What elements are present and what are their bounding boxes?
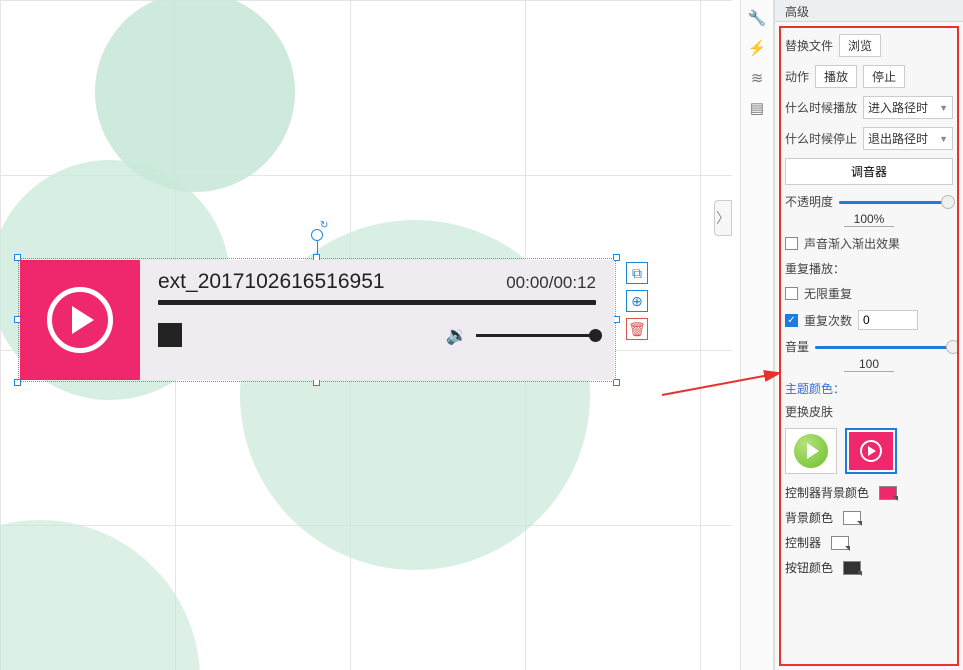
bg-color-label: 背景颜色 [785, 509, 833, 526]
properties-panel: 高级 替换文件 浏览 动作 播放 停止 什么时候播放 进入路径时▼ 什么时候停止 [774, 0, 963, 670]
audio-filename: ext_2017102616516951 [158, 270, 385, 294]
panel-collapse-toggle[interactable]: 〉 [714, 200, 732, 236]
tool-icon-strip: 🔧 ⚡ ≋ ▤ [740, 0, 774, 670]
audio-info-panel: ext_2017102616516951 00:00/00:12 🔉 [140, 260, 614, 380]
resize-handle-bl[interactable] [14, 379, 21, 386]
controller-bg-color-label: 控制器背景颜色 [785, 484, 869, 501]
panel-volume-slider[interactable] [815, 342, 953, 352]
rotate-connector [317, 241, 318, 254]
canvas[interactable]: ↻ ext_2017102616516951 00 [0, 0, 732, 670]
rotate-handle[interactable] [311, 229, 323, 241]
when-stop-select[interactable]: 退出路径时▼ [863, 127, 953, 150]
repeat-count-label: 重复次数 [804, 312, 852, 329]
play-circle-icon [47, 287, 113, 353]
fade-checkbox[interactable] [785, 237, 798, 250]
panel-title[interactable]: 高级 [775, 0, 963, 22]
opacity-slider[interactable] [839, 197, 953, 207]
browse-button[interactable]: 浏览 [839, 34, 881, 57]
bg-color-swatch[interactable] [843, 511, 861, 525]
button-color-label: 按钮颜色 [785, 559, 833, 576]
repeat-count-checkbox[interactable]: ✓ [785, 314, 798, 327]
skin-options [785, 428, 953, 474]
duplicate-button[interactable]: ⧉ [626, 262, 648, 284]
when-play-label: 什么时候播放 [785, 99, 857, 116]
when-stop-value: 退出路径时 [868, 130, 928, 147]
opacity-value: 100% [844, 212, 894, 227]
resize-handle-br[interactable] [613, 379, 620, 386]
add-button[interactable]: ⊕ [626, 290, 648, 312]
resize-handle-tr[interactable] [613, 254, 620, 261]
action-play-button[interactable]: 播放 [815, 65, 857, 88]
controller-color-swatch[interactable] [831, 536, 849, 550]
delete-button[interactable]: 🗑 [626, 318, 648, 340]
wrench-icon[interactable]: 🔧 [747, 8, 767, 28]
skin-option-pink[interactable] [845, 428, 897, 474]
button-color-swatch[interactable] [843, 561, 861, 575]
resize-handle-mr[interactable] [613, 316, 620, 323]
infinite-repeat-checkbox[interactable] [785, 287, 798, 300]
equalizer-button[interactable]: 调音器 [785, 158, 953, 185]
action-stop-button[interactable]: 停止 [863, 65, 905, 88]
audio-play-button[interactable] [20, 260, 140, 380]
rotate-arrow-icon: ↻ [320, 220, 328, 231]
audio-progress-bar[interactable] [158, 300, 596, 305]
resize-handle-bm[interactable] [313, 379, 320, 386]
fade-label: 声音渐入渐出效果 [804, 235, 900, 252]
audio-time: 00:00/00:12 [506, 273, 596, 293]
volume-label: 音量 [785, 338, 809, 355]
layers-icon[interactable]: ≋ [747, 68, 767, 88]
volume-value: 100 [844, 357, 894, 372]
audio-widget-selection[interactable]: ↻ ext_2017102616516951 00 [18, 258, 616, 382]
audio-stop-button[interactable] [158, 323, 182, 347]
selection-actions: ⧉ ⊕ 🗑 [626, 262, 650, 340]
when-play-value: 进入路径时 [868, 99, 928, 116]
repeat-play-label: 重复播放： [785, 260, 845, 277]
repeat-count-input[interactable] [858, 310, 918, 330]
replace-file-label: 替换文件 [785, 37, 833, 54]
volume-slider-thumb[interactable] [589, 329, 602, 342]
volume-icon[interactable]: 🔉 [446, 325, 468, 346]
opacity-label: 不透明度 [785, 193, 833, 210]
when-play-select[interactable]: 进入路径时▼ [863, 96, 953, 119]
change-skin-label: 更换皮肤 [785, 403, 833, 420]
play-triangle-icon [72, 306, 94, 334]
skin-option-green[interactable] [785, 428, 837, 474]
server-icon[interactable]: ▤ [747, 98, 767, 118]
panel-body: 替换文件 浏览 动作 播放 停止 什么时候播放 进入路径时▼ 什么时候停止 退出… [779, 26, 959, 666]
action-label: 动作 [785, 68, 809, 85]
infinite-repeat-label: 无限重复 [804, 285, 852, 302]
flash-icon[interactable]: ⚡ [747, 38, 767, 58]
controller-bg-color-swatch[interactable] [879, 486, 897, 500]
theme-color-label: 主题颜色： [785, 380, 953, 397]
audio-volume-slider[interactable] [476, 334, 596, 337]
audio-widget[interactable]: ext_2017102616516951 00:00/00:12 🔉 [20, 260, 614, 380]
controller-color-label: 控制器 [785, 534, 821, 551]
when-stop-label: 什么时候停止 [785, 130, 857, 147]
